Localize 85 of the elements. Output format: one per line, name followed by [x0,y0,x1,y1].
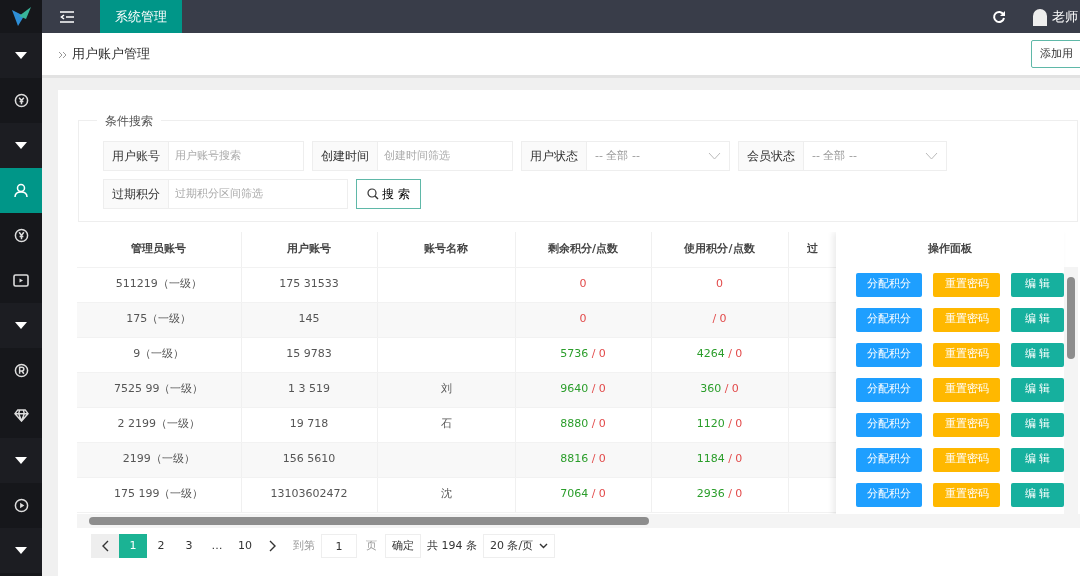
table-cell: 2936 / 0 [651,477,788,512]
table-cell: 石 [377,407,515,442]
assign-points-button[interactable]: 分配积分 [856,447,922,472]
reset-password-button[interactable]: 重置密码 [932,412,1001,437]
page-title: 用户账户管理 [72,45,150,64]
input-field[interactable]: 过期积分区间筛选 [168,179,348,209]
edit-button[interactable]: 编 辑 [1011,377,1064,402]
user-name[interactable]: 老师 [1052,6,1078,27]
page-button[interactable]: 1 [119,534,147,558]
page-button[interactable]: 2 [147,534,175,558]
table-cell: 9（一级） [77,337,241,372]
field-label: 过期积分 [103,179,168,209]
assign-points-button[interactable]: 分配积分 [856,377,922,402]
assign-points-button[interactable]: 分配积分 [856,412,922,437]
page-size-select[interactable]: 20 条/页 [483,534,556,558]
table-cell: 0 [515,302,651,337]
table-cell: 145 [241,302,377,337]
table-cell: 2199（一级） [77,442,241,477]
panel-legend: 条件搜索 [97,112,161,130]
table-cell: 5736 / 0 [515,337,651,372]
select-field[interactable]: -- 全部 -- [803,141,947,171]
page-unit-label: 页 [364,537,378,554]
search-button[interactable]: 搜 索 [356,179,421,209]
table-cell: 7525 99（一级） [77,372,241,407]
input-field[interactable]: 创建时间筛选 [377,141,513,171]
nav-tab[interactable]: 系统管理 [100,0,182,33]
column-header: 用户账号 [241,232,377,267]
table-cell: 175 199（一级） [77,477,241,512]
assign-points-button[interactable]: 分配积分 [856,342,922,367]
table-cell: 1120 / 0 [651,407,788,442]
reset-password-button[interactable]: 重置密码 [932,377,1001,402]
reset-password-button[interactable]: 重置密码 [932,272,1001,297]
field-label: 会员状态 [738,141,803,171]
field-label: 用户账号 [103,141,168,171]
reset-password-button[interactable]: 重置密码 [932,342,1001,367]
edit-button[interactable]: 编 辑 [1011,482,1064,507]
goto-label: 到第 [292,537,316,554]
table-cell: 175 31533 [241,267,377,302]
table-cell: 2 2199（一级） [77,407,241,442]
column-header: 剩余积分/点数 [515,232,651,267]
edit-button[interactable]: 编 辑 [1011,447,1064,472]
table-cell: 8816 / 0 [515,442,651,477]
input-field[interactable]: 用户账号搜索 [168,141,304,171]
table-cell: 15 9783 [241,337,377,372]
table-cell: 9640 / 0 [515,372,651,407]
table-cell: 360 / 0 [651,372,788,407]
confirm-button[interactable]: 确定 [385,534,421,558]
table-cell: 175（一级） [77,302,241,337]
table-cell: 7064 / 0 [515,477,651,512]
edit-button[interactable]: 编 辑 [1011,412,1064,437]
table-cell: 19 718 [241,407,377,442]
edit-button[interactable]: 编 辑 [1011,307,1064,332]
table-cell: 13103602472 [241,477,377,512]
page-input[interactable]: 1 [321,534,357,558]
column-header: 账号名称 [377,232,515,267]
table-cell: 1 3 519 [241,372,377,407]
edit-button[interactable]: 编 辑 [1011,342,1064,367]
assign-points-button[interactable]: 分配积分 [856,307,922,332]
assign-points-button[interactable]: 分配积分 [856,482,922,507]
page-button[interactable]: 3 [175,534,203,558]
page-button[interactable]: 10 [231,534,259,558]
total-count: 共 194 条 [426,537,478,554]
table-cell: 沈 [377,477,515,512]
table-cell: 511219（一级） [77,267,241,302]
table-cell: 8880 / 0 [515,407,651,442]
table-cell: 0 [515,267,651,302]
edit-button[interactable]: 编 辑 [1011,272,1064,297]
reset-password-button[interactable]: 重置密码 [932,447,1001,472]
add-user-button[interactable]: 添加用 [1031,40,1080,68]
column-header: 管理员账号 [77,232,241,267]
table-cell: 刘 [377,372,515,407]
table-cell: 156 5610 [241,442,377,477]
field-label: 用户状态 [521,141,586,171]
column-header: 使用积分/点数 [651,232,788,267]
assign-points-button[interactable]: 分配积分 [856,272,922,297]
reset-password-button[interactable]: 重置密码 [932,307,1001,332]
page-button[interactable]: … [203,534,231,558]
field-label: 创建时间 [312,141,377,171]
table-cell: / 0 [651,302,788,337]
column-header: 操作面板 [927,241,973,258]
reset-password-button[interactable]: 重置密码 [932,482,1001,507]
table-cell: 1184 / 0 [651,442,788,477]
table-cell: 0 [651,267,788,302]
table-cell: 4264 / 0 [651,337,788,372]
select-field[interactable]: -- 全部 -- [586,141,730,171]
